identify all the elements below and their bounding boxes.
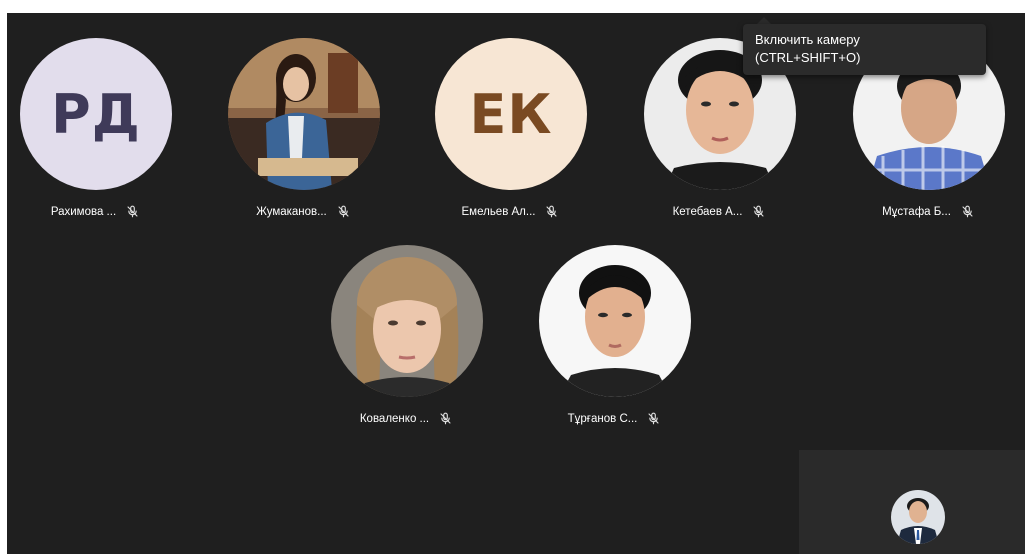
participant-avatar-initials: РД xyxy=(20,38,172,190)
participant-avatar-photo xyxy=(331,245,483,397)
participant-avatar-photo xyxy=(228,38,380,190)
participant-name: Рахимова ... xyxy=(50,205,117,218)
mic-off-icon xyxy=(752,205,765,218)
mic-off-icon xyxy=(647,412,660,425)
participant-initials: РД xyxy=(51,82,141,146)
participant-name-row: Мұстафа Б... xyxy=(843,205,1013,218)
tooltip-line-1: Включить камеру xyxy=(755,32,860,47)
tooltip-arrow xyxy=(757,17,771,24)
participant-name: Коваленко ... xyxy=(359,412,430,425)
tooltip-line-2: (CTRL+SHIFT+O) xyxy=(755,50,861,65)
participant-name: Емельев Ал... xyxy=(461,205,536,218)
participant-name-row: Тұрғанов С... xyxy=(529,412,699,425)
mic-off-icon xyxy=(126,205,139,218)
participant-name-row: Рахимова ... xyxy=(10,205,180,218)
participant-initials: ЕК xyxy=(469,82,553,146)
participant-name-row: Коваленко ... xyxy=(321,412,491,425)
participant-name-row: Жумаканов... xyxy=(218,205,388,218)
participant-name-row: Емельев Ал... xyxy=(425,205,595,218)
woman-denim-jacket-photo xyxy=(228,38,380,190)
mic-off-icon xyxy=(439,412,452,425)
participant-avatar-initials: ЕК xyxy=(435,38,587,190)
mic-off-icon xyxy=(961,205,974,218)
mic-off-icon xyxy=(337,205,350,218)
participant-avatar-photo xyxy=(539,245,691,397)
man-white-background-photo xyxy=(539,245,691,397)
participant-name: Тұрғанов С... xyxy=(567,412,638,425)
participant-name: Мұстафа Б... xyxy=(882,205,951,218)
camera-tooltip: Включить камеру (CTRL+SHIFT+O) xyxy=(743,24,986,75)
woman-bangs-photo xyxy=(331,245,483,397)
participant-name-row: Кетебаев А... xyxy=(634,205,804,218)
participant-name: Жумаканов... xyxy=(256,205,327,218)
mic-off-icon xyxy=(545,205,558,218)
man-suit-photo xyxy=(891,490,945,544)
participant-name: Кетебаев А... xyxy=(672,205,743,218)
self-avatar xyxy=(891,490,945,544)
self-view[interactable] xyxy=(799,450,1025,554)
